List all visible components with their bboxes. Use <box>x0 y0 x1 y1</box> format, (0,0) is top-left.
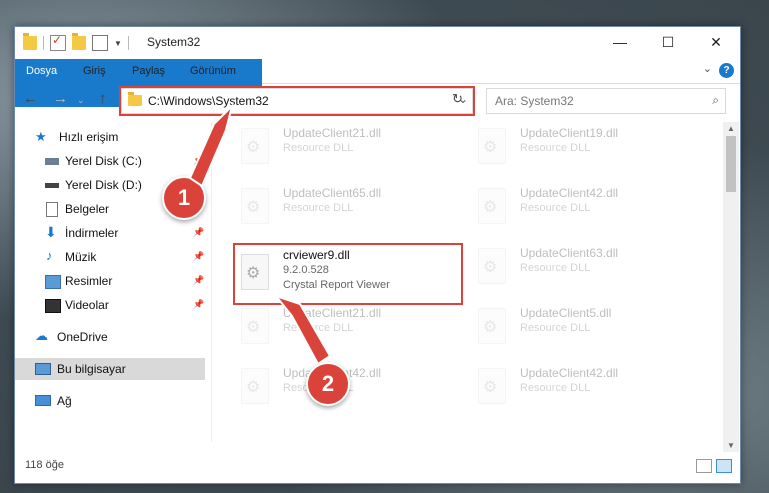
callout-arrows <box>188 102 332 366</box>
arrow-2 <box>273 293 332 366</box>
arrow-1 <box>188 102 234 188</box>
